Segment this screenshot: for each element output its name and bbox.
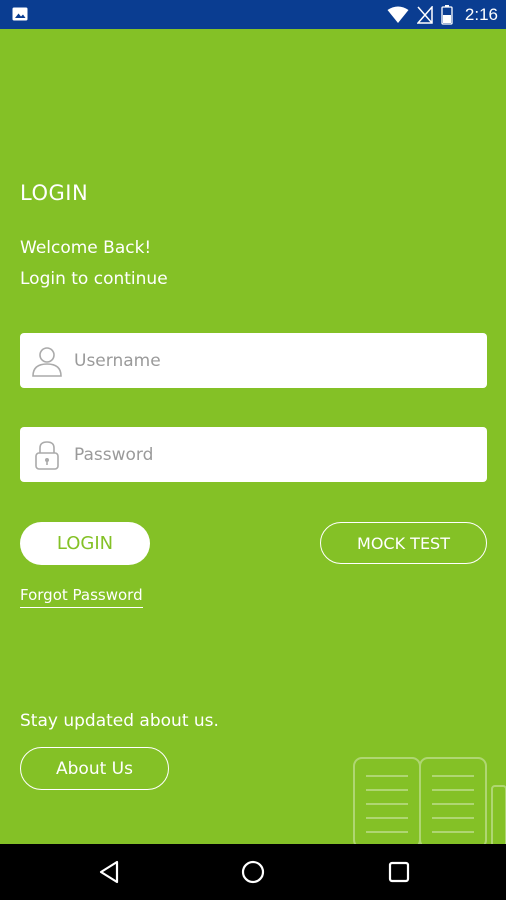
battery-icon [441,5,453,25]
password-input[interactable] [72,443,456,466]
home-icon[interactable] [240,859,266,885]
forgot-password-link[interactable]: Forgot Password [20,586,143,608]
back-icon[interactable] [96,859,122,885]
username-input[interactable] [72,349,456,372]
welcome-text: Welcome Back! [20,238,152,258]
login-button[interactable]: LOGIN [20,522,150,565]
mock-test-button[interactable]: MOCK TEST [320,522,487,564]
prompt-text: Login to continue [20,269,168,289]
user-icon [32,346,62,377]
navigation-bar [0,844,506,900]
signal-icon [416,6,433,24]
image-icon [12,7,28,21]
wifi-icon [387,6,409,23]
stay-updated-text: Stay updated about us. [20,711,219,731]
password-field[interactable] [20,427,487,482]
book-decoration-icon [353,757,506,844]
page-title: LOGIN [20,181,89,205]
lock-icon [35,440,59,470]
username-field[interactable] [20,333,487,388]
status-bar: 2:16 [0,0,506,29]
recents-icon[interactable] [386,859,412,885]
clock: 2:16 [464,5,498,24]
login-screen: LOGIN Welcome Back! Login to continue LO… [0,29,506,844]
about-us-button[interactable]: About Us [20,747,169,790]
